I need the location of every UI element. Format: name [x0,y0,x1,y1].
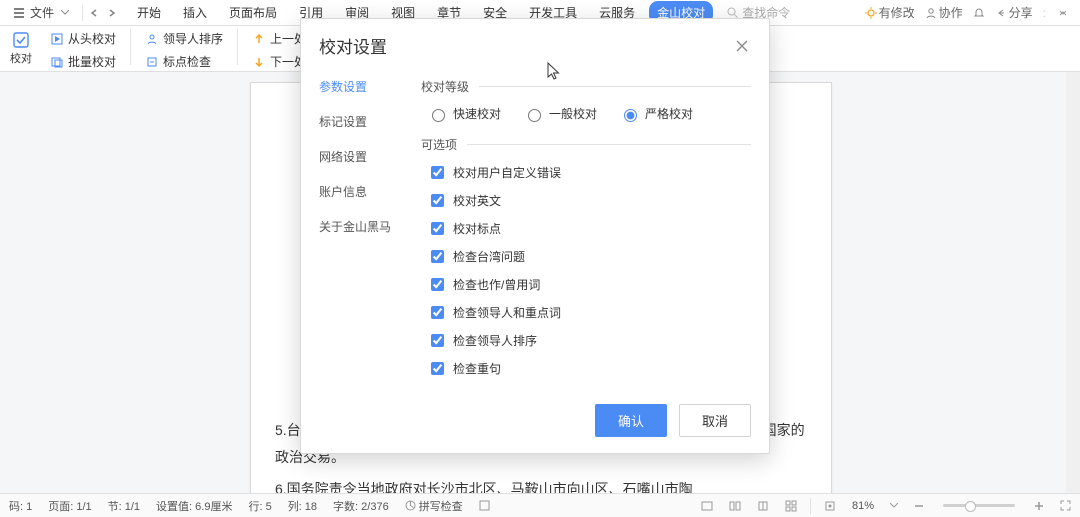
dialog-nav: 参数设置 标记设置 网络设置 账户信息 关于金山黑马 [319,74,397,382]
check-label: 检查重句 [453,360,501,377]
separator [467,144,751,145]
radio-strict[interactable]: 严格校对 [619,105,693,122]
checkbox-input[interactable] [431,250,444,263]
nav-mark[interactable]: 标记设置 [319,113,397,130]
check-punct[interactable]: 校对标点 [427,219,751,238]
nav-account[interactable]: 账户信息 [319,183,397,200]
check-custom-error[interactable]: 校对用户自定义错误 [427,163,751,182]
radio-label: 快速校对 [453,105,501,122]
check-yezuo[interactable]: 检查也作/曾用词 [427,275,751,294]
section-options-title: 可选项 [421,136,457,153]
check-label: 检查台湾问题 [453,248,525,265]
checkbox-input[interactable] [431,278,444,291]
nav-param[interactable]: 参数设置 [319,78,397,95]
nav-about[interactable]: 关于金山黑马 [319,218,397,235]
check-label: 校对标点 [453,220,501,237]
cancel-button[interactable]: 取消 [679,404,751,437]
settings-dialog: 校对设置 参数设置 标记设置 网络设置 账户信息 关于金山黑马 校对等级 快速校… [300,18,770,454]
dialog-title: 校对设置 [319,33,387,58]
radio-normal[interactable]: 一般校对 [523,105,597,122]
ok-button[interactable]: 确认 [595,404,667,437]
radio-input[interactable] [624,109,637,122]
check-leader-keywords[interactable]: 检查领导人和重点词 [427,303,751,322]
radio-input[interactable] [528,109,541,122]
check-label: 校对用户自定义错误 [453,164,561,181]
close-icon [736,40,748,52]
check-label: 检查领导人排序 [453,332,537,349]
checkbox-input[interactable] [431,362,444,375]
close-button[interactable] [733,37,751,55]
checkbox-input[interactable] [431,306,444,319]
radio-label: 严格校对 [645,105,693,122]
check-duplicate[interactable]: 检查重句 [427,359,751,378]
checkbox-input[interactable] [431,222,444,235]
checkbox-input[interactable] [431,194,444,207]
section-level-title: 校对等级 [421,78,469,95]
options-checks: 校对用户自定义错误 校对英文 校对标点 检查台湾问题 检查也作/曾用词 检查领导… [427,163,751,378]
check-english[interactable]: 校对英文 [427,191,751,210]
separator [479,86,751,87]
level-radios: 快速校对 一般校对 严格校对 [427,105,751,122]
checkbox-input[interactable] [431,166,444,179]
check-taiwan[interactable]: 检查台湾问题 [427,247,751,266]
check-label: 检查也作/曾用词 [453,276,540,293]
radio-input[interactable] [432,109,445,122]
dialog-overlay: 校对设置 参数设置 标记设置 网络设置 账户信息 关于金山黑马 校对等级 快速校… [0,0,1080,517]
nav-network[interactable]: 网络设置 [319,148,397,165]
radio-fast[interactable]: 快速校对 [427,105,501,122]
dialog-main: 校对等级 快速校对 一般校对 严格校对 可选项 校对用户自定义错误 校对英文 校… [421,74,751,382]
checkbox-input[interactable] [431,334,444,347]
check-label: 校对英文 [453,192,501,209]
cursor-icon [547,62,561,80]
check-label: 检查领导人和重点词 [453,304,561,321]
check-leader-sort[interactable]: 检查领导人排序 [427,331,751,350]
radio-label: 一般校对 [549,105,597,122]
